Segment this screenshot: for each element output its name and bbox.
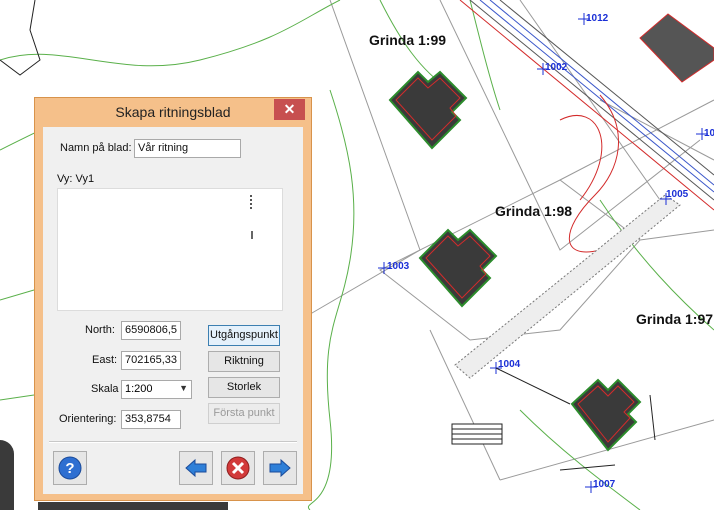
map-fragment-left — [0, 440, 14, 510]
cancel-icon — [226, 456, 250, 480]
parcel-label-1-97: Grinda 1:97 — [636, 311, 714, 327]
house-97 — [570, 378, 642, 452]
north-field[interactable]: 6590806,5 — [121, 321, 181, 340]
east-label: East: — [92, 354, 118, 366]
preview-mark-2 — [251, 231, 253, 239]
orientation-label: Orientering: — [59, 413, 117, 425]
chevron-down-icon: ▼ — [179, 383, 188, 393]
point-label-1012: 1012 — [586, 13, 609, 24]
scale-select-value: 1:200 — [125, 383, 153, 395]
forward-button[interactable] — [263, 451, 297, 485]
east-field[interactable]: 702165,33 — [121, 351, 181, 370]
first-point-button[interactable]: Första punkt — [208, 403, 280, 424]
black-boundary — [0, 0, 41, 76]
dialog-client: Namn på blad: Vår ritning Vy: Vy1 North:… — [43, 127, 303, 494]
help-button[interactable]: ? — [53, 451, 87, 485]
cancel-button[interactable] — [221, 451, 255, 485]
parcel-label-1-99: Grinda 1:99 — [369, 32, 447, 48]
preview-mark-1 — [250, 195, 252, 209]
start-point-button[interactable]: Utgångspunkt — [208, 325, 280, 346]
svg-text:?: ? — [65, 460, 74, 477]
point-label-1007: 1007 — [593, 479, 616, 490]
orientation-field[interactable]: 353,8754 — [121, 410, 181, 429]
back-button[interactable] — [179, 451, 213, 485]
size-button[interactable]: Storlek — [208, 377, 280, 398]
parcel-label-1-98: Grinda 1:98 — [495, 203, 573, 219]
scale-select[interactable]: 1:200 ▼ — [121, 380, 192, 399]
dialog-separator — [49, 441, 297, 443]
dotted-path — [454, 194, 681, 379]
close-icon[interactable]: ✕ — [274, 99, 305, 120]
view-label: Vy: Vy1 — [57, 173, 95, 185]
map-fragment-bottom — [38, 502, 228, 510]
legend-block — [451, 423, 503, 445]
house-98 — [418, 228, 498, 308]
dialog-titlebar[interactable]: Skapa ritningsblad ✕ — [35, 98, 311, 126]
point-label-1005: 1005 — [666, 189, 689, 200]
point-label-1002: 1002 — [545, 62, 568, 73]
point-label-1003: 1003 — [387, 261, 410, 272]
sheet-name-field[interactable]: Vår ritning — [134, 139, 241, 158]
point-label-10: 10 — [704, 128, 714, 139]
north-label: North: — [85, 324, 115, 336]
dialog-title: Skapa ritningsblad — [115, 104, 231, 120]
create-sheet-dialog: Skapa ritningsblad ✕ Namn på blad: Vår r… — [34, 97, 312, 501]
arrow-right-icon — [269, 458, 291, 478]
direction-button[interactable]: Riktning — [208, 351, 280, 372]
house-99 — [388, 70, 468, 150]
sheet-preview — [57, 188, 283, 311]
building-top-right — [639, 13, 714, 83]
help-icon: ? — [58, 456, 82, 480]
point-label-1004: 1004 — [498, 359, 521, 370]
arrow-left-icon — [185, 458, 207, 478]
sheet-name-label: Namn på blad: — [60, 142, 132, 154]
scale-label: Skala — [91, 383, 119, 395]
